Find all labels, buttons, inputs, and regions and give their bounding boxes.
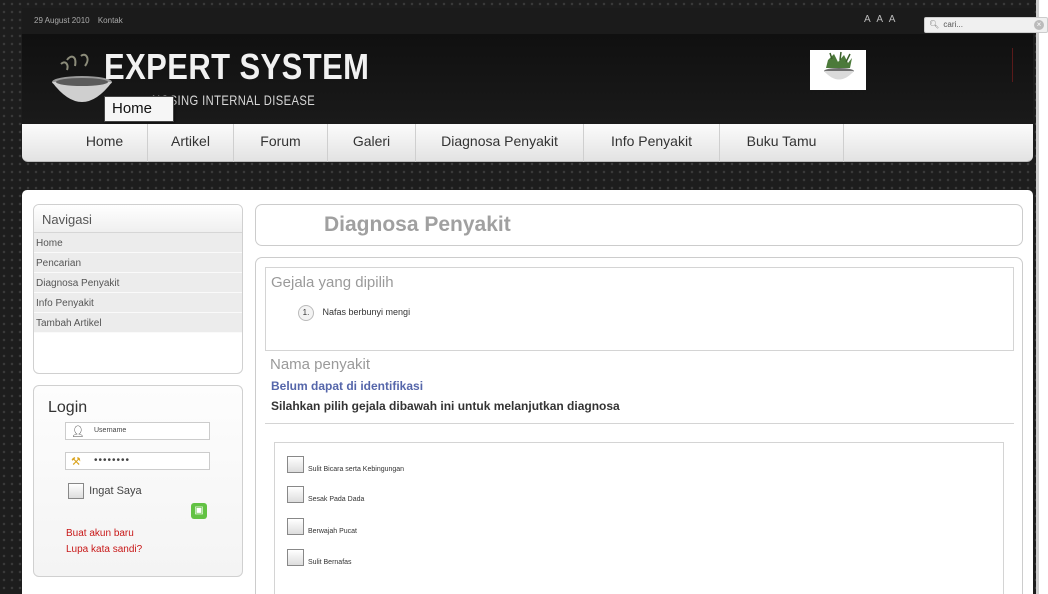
nav-diagnosa-penyakit[interactable]: Diagnosa Penyakit	[416, 124, 584, 162]
username-field[interactable]: 👤︎ Username	[65, 422, 210, 440]
symptom-option-label: Sesak Pada Dada	[307, 496, 365, 503]
symptom-option-label: Sulit Bicara serta Kebingungan	[307, 466, 405, 473]
selected-symptoms-title: Gejala yang dipilih	[271, 274, 394, 291]
symptom-option-label: Berwajah Pucat	[307, 528, 357, 535]
nav-home[interactable]: Home	[62, 124, 148, 162]
symptom-text: Nafas berbunyi mengi	[322, 307, 411, 317]
search-input[interactable]: 🔍︎ cari... ×	[924, 17, 1048, 33]
nav-buku-tamu[interactable]: Buku Tamu	[720, 124, 844, 162]
remember-label: Ingat Saya	[89, 484, 142, 497]
search-placeholder: cari...	[943, 20, 963, 29]
sidebar-item-tambah-artikel[interactable]: Tambah Artikel	[34, 313, 242, 333]
forgot-password-link[interactable]: Lupa kata sandi?	[66, 544, 142, 555]
page-title: Diagnosa Penyakit	[324, 213, 511, 236]
nav-galeri[interactable]: Galeri	[328, 124, 416, 162]
lock-icon: ▣	[194, 505, 204, 516]
contact-link[interactable]: Kontak	[98, 16, 123, 25]
herb-bowl-image	[810, 50, 866, 90]
symptom-option[interactable]: Sulit Bicara serta Kebingungan	[287, 456, 404, 473]
scrollbar-gutter	[1036, 0, 1048, 594]
disease-status: Belum dapat di identifikasi	[271, 379, 424, 393]
symptom-option[interactable]: Sesak Pada Dada	[287, 486, 364, 503]
symptom-number: 1.	[298, 305, 314, 321]
nav-forum[interactable]: Forum	[234, 124, 328, 162]
sidebar-nav: Navigasi Home Pencarian Diagnosa Penyaki…	[33, 204, 243, 374]
user-icon: 👤︎	[71, 426, 85, 438]
diagnosis-instruction: Silahkan pilih gejala dibawah ini untuk …	[271, 399, 620, 413]
symptom-option[interactable]: Berwajah Pucat	[287, 518, 357, 535]
symptom-checkbox[interactable]	[287, 549, 304, 566]
main-nav: Home Artikel Forum Galeri Diagnosa Penya…	[22, 124, 1033, 162]
font-size-controls[interactable]: A A A	[864, 14, 897, 25]
symptom-option[interactable]: Sulit Bernafas	[287, 549, 352, 566]
symptom-checkbox[interactable]	[287, 486, 304, 503]
sidebar-item-home[interactable]: Home	[34, 233, 242, 253]
symptom-checkbox[interactable]	[287, 456, 304, 473]
divider	[265, 423, 1014, 424]
header-divider	[1012, 48, 1013, 82]
home-tooltip: Home	[104, 96, 174, 122]
selected-symptom-item: 1. Nafas berbunyi mengi	[298, 305, 410, 321]
login-submit-button[interactable]: ▣	[191, 503, 207, 519]
nav-artikel[interactable]: Artikel	[148, 124, 234, 162]
sidebar-title: Navigasi	[34, 205, 242, 233]
disease-name-title: Nama penyakit	[270, 356, 371, 373]
sidebar-item-diagnosa-penyakit[interactable]: Diagnosa Penyakit	[34, 273, 242, 293]
top-bar: 29 August 2010 Kontak A A A 🔍︎ cari... ×	[22, 8, 1048, 34]
username-placeholder: Username	[94, 427, 127, 434]
page-title-box: Diagnosa Penyakit	[255, 204, 1023, 246]
remember-checkbox[interactable]	[68, 483, 84, 499]
clear-search-icon[interactable]: ×	[1034, 20, 1044, 30]
symptom-option-label: Sulit Bernafas	[307, 559, 352, 566]
selected-symptoms-box: Gejala yang dipilih 1. Nafas berbunyi me…	[265, 267, 1014, 350]
login-title: Login	[48, 399, 88, 416]
password-value: ••••••••	[94, 455, 131, 466]
sidebar-item-info-penyakit[interactable]: Info Penyakit	[34, 293, 242, 313]
login-panel: Login 👤︎ Username ⚒︎ •••••••• Ingat Saya…	[33, 385, 243, 577]
divider	[265, 350, 1014, 351]
date-text: 29 August 2010	[34, 16, 90, 25]
remember-me[interactable]: Ingat Saya	[68, 483, 142, 499]
site-header: EXPERT SYSTEM NOSING INTERNAL DISEASE Ho…	[22, 34, 1033, 124]
site-title: EXPERT SYSTEM	[104, 46, 370, 87]
site-subtitle: NOSING INTERNAL DISEASE	[152, 92, 316, 108]
key-icon: ⚒︎	[71, 456, 82, 468]
symptom-options-box: Sulit Bicara serta Kebingungan Sesak Pad…	[274, 442, 1004, 594]
create-account-link[interactable]: Buat akun baru	[66, 528, 134, 539]
search-icon: 🔍︎	[929, 20, 940, 29]
symptom-checkbox[interactable]	[287, 518, 304, 535]
sidebar-item-pencarian[interactable]: Pencarian	[34, 253, 242, 273]
diagnosis-panel: Gejala yang dipilih 1. Nafas berbunyi me…	[255, 257, 1023, 594]
password-field[interactable]: ⚒︎ ••••••••	[65, 452, 210, 470]
nav-info-penyakit[interactable]: Info Penyakit	[584, 124, 720, 162]
